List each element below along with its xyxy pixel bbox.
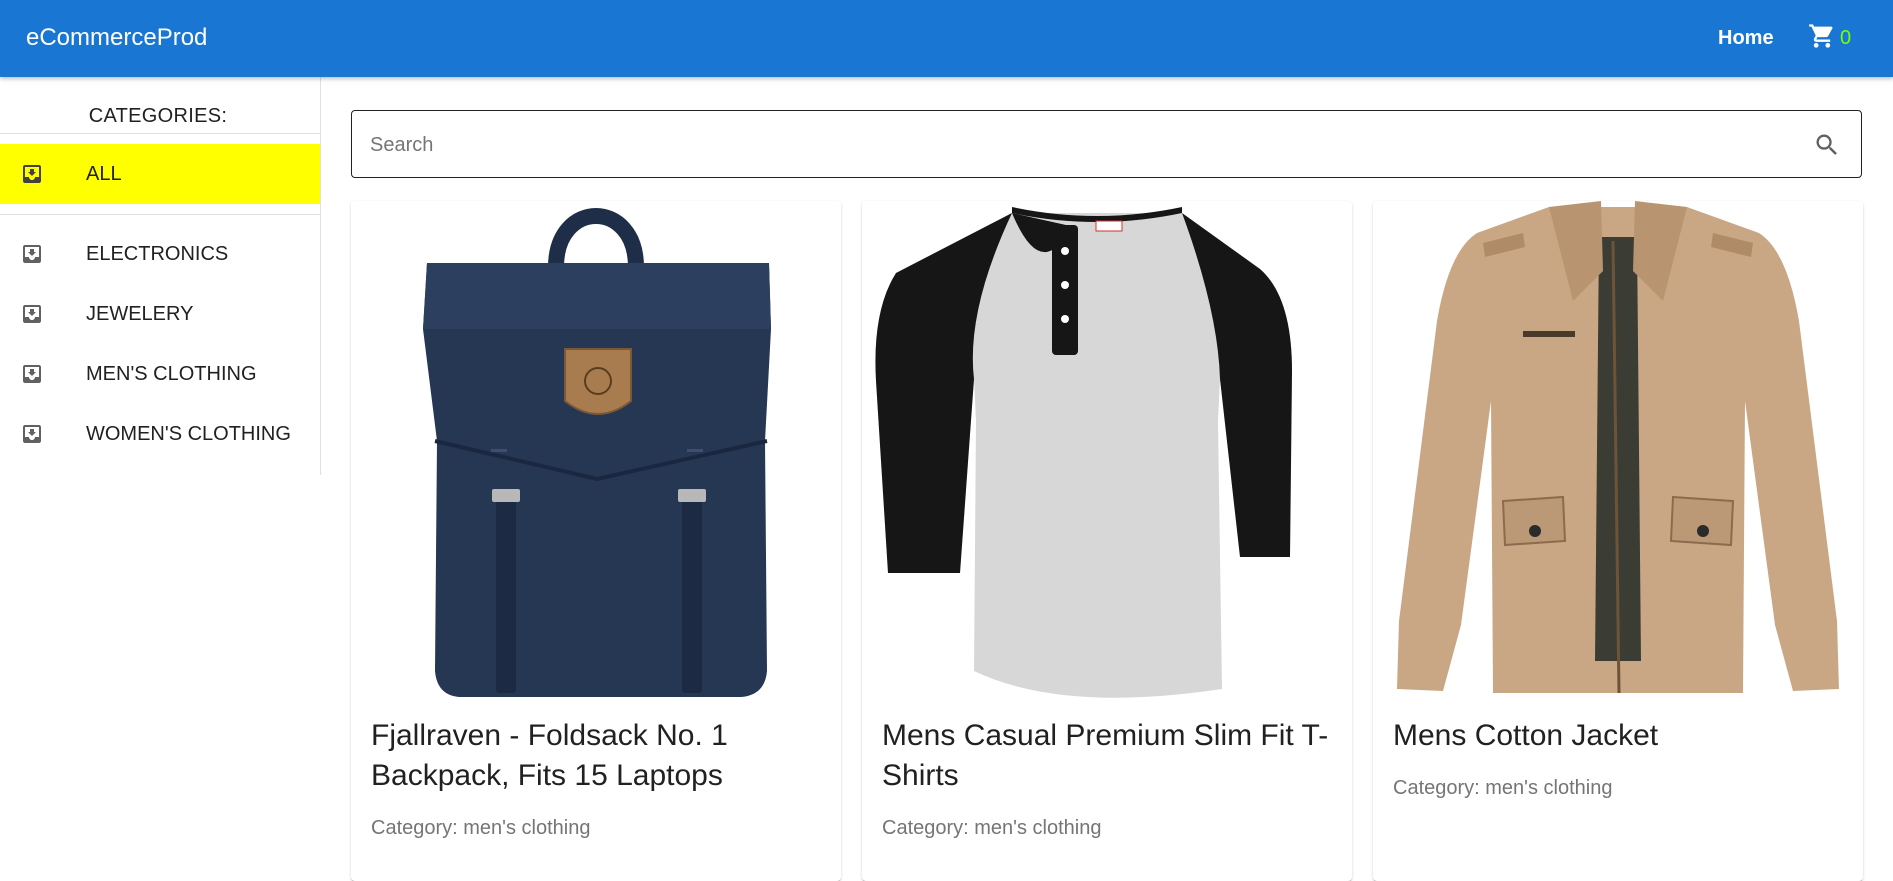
cart-button[interactable]: 0 bbox=[1808, 22, 1851, 55]
product-image[interactable] bbox=[1373, 201, 1863, 703]
move-to-inbox-icon bbox=[20, 362, 44, 386]
move-to-inbox-icon bbox=[20, 242, 44, 266]
cart-count-badge: 0 bbox=[1840, 27, 1852, 49]
category-sidebar: CATEGORIES: ALL ELECTRONICS JEWELERY MEN… bbox=[0, 77, 321, 475]
divider bbox=[0, 133, 320, 134]
categories-heading: CATEGORIES: bbox=[88, 105, 228, 127]
category-label: WOMEN'S CLOTHING bbox=[86, 423, 291, 445]
category-label: JEWELERY bbox=[86, 303, 194, 325]
product-image[interactable] bbox=[351, 201, 841, 703]
category-item-jewelery[interactable]: JEWELERY bbox=[0, 284, 320, 344]
product-card[interactable]: Mens Cotton Jacket Category: men's cloth… bbox=[1373, 201, 1863, 881]
search-icon[interactable] bbox=[1813, 131, 1841, 159]
brand-title[interactable]: eCommerceProd bbox=[26, 24, 207, 52]
home-link[interactable]: Home bbox=[1718, 27, 1774, 50]
move-to-inbox-icon bbox=[20, 422, 44, 446]
product-category: Category: men's clothing bbox=[1393, 777, 1613, 799]
product-card[interactable]: Fjallraven - Foldsack No. 1 Backpack, Fi… bbox=[351, 201, 841, 881]
product-category: Category: men's clothing bbox=[882, 817, 1102, 839]
category-label: ALL bbox=[86, 163, 122, 185]
divider bbox=[0, 214, 320, 215]
category-item-electronics[interactable]: ELECTRONICS bbox=[0, 224, 320, 284]
product-image[interactable] bbox=[862, 201, 1352, 703]
category-label: MEN'S CLOTHING bbox=[86, 363, 257, 385]
category-item-mens-clothing[interactable]: MEN'S CLOTHING bbox=[0, 344, 320, 404]
category-label: ELECTRONICS bbox=[86, 243, 229, 265]
shopping-cart-icon bbox=[1808, 22, 1836, 55]
product-category: Category: men's clothing bbox=[371, 817, 591, 839]
search-box bbox=[351, 110, 1862, 179]
app-bar: eCommerceProd Home 0 bbox=[0, 0, 1893, 77]
category-item-all[interactable]: ALL bbox=[0, 144, 320, 204]
product-card[interactable]: Mens Casual Premium Slim Fit T-Shirts Ca… bbox=[862, 201, 1352, 881]
product-title[interactable]: Fjallraven - Foldsack No. 1 Backpack, Fi… bbox=[371, 716, 826, 796]
category-item-womens-clothing[interactable]: WOMEN'S CLOTHING bbox=[0, 404, 320, 464]
product-title[interactable]: Mens Casual Premium Slim Fit T-Shirts bbox=[882, 716, 1337, 796]
move-to-inbox-icon bbox=[20, 302, 44, 326]
move-to-inbox-icon bbox=[20, 162, 44, 186]
search-input[interactable] bbox=[368, 111, 1792, 179]
product-title[interactable]: Mens Cotton Jacket bbox=[1393, 716, 1848, 756]
